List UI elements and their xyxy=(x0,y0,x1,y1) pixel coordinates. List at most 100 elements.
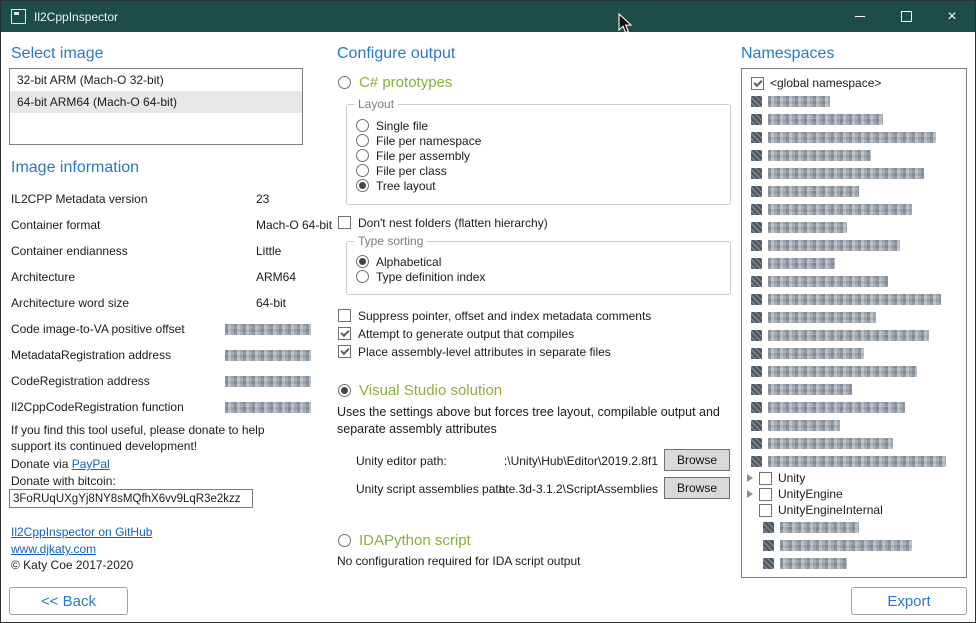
redacted-label xyxy=(768,366,917,377)
checkbox-icon[interactable] xyxy=(759,472,772,485)
layout-option-file-per-assembly[interactable]: File per assembly xyxy=(356,148,730,163)
back-button[interactable]: << Back xyxy=(9,587,128,615)
expander-icon[interactable] xyxy=(747,490,753,498)
redacted-namespace-item[interactable] xyxy=(742,182,966,200)
namespace-item-global[interactable]: <global namespace> xyxy=(742,74,966,92)
layout-option-file-per-namespace[interactable]: File per namespace xyxy=(356,133,730,148)
redacted-value xyxy=(225,324,311,335)
info-row: ArchitectureARM64 xyxy=(11,264,341,290)
maximize-icon xyxy=(901,11,912,22)
expander-spacer xyxy=(747,506,753,514)
redacted-namespace-item[interactable] xyxy=(742,518,966,536)
namespace-item-unity[interactable]: Unity xyxy=(742,470,966,486)
compilable-output-checkbox[interactable]: Attempt to generate output that compiles xyxy=(338,326,574,341)
info-row: IL2CPP Metadata version23 xyxy=(11,186,341,212)
window-title: Il2CppInspector xyxy=(34,10,118,24)
redacted-namespace-item[interactable] xyxy=(742,164,966,182)
unity-editor-path-value[interactable]: :\Unity\Hub\Editor\2019.2.8f1 xyxy=(431,454,658,468)
redacted-namespace-item[interactable] xyxy=(742,398,966,416)
app-icon xyxy=(11,9,26,24)
image-option[interactable]: 32-bit ARM (Mach-O 32-bit) xyxy=(10,69,302,91)
namespaces-list[interactable]: <global namespace> Unity UnityEngine Uni… xyxy=(741,68,967,578)
redacted-checkbox xyxy=(751,186,762,197)
maximize-button[interactable] xyxy=(883,1,929,32)
redacted-namespace-item[interactable] xyxy=(742,290,966,308)
redacted-checkbox xyxy=(751,222,762,233)
type-sorting-alphabetical[interactable]: Alphabetical xyxy=(356,254,730,269)
namespace-item-unityengineinternal[interactable]: UnityEngineInternal xyxy=(742,502,966,518)
redacted-namespace-item[interactable] xyxy=(742,326,966,344)
minimize-button[interactable] xyxy=(837,1,883,32)
redacted-namespace-item[interactable] xyxy=(742,536,966,554)
bitcoin-address-input[interactable] xyxy=(9,489,253,508)
redacted-namespace-item[interactable] xyxy=(742,92,966,110)
checkbox-icon[interactable] xyxy=(759,488,772,501)
info-row: Container endiannessLittle xyxy=(11,238,341,264)
donate-via-text: Donate via xyxy=(11,457,72,471)
expander-icon[interactable] xyxy=(747,474,753,482)
layout-option-single-file[interactable]: Single file xyxy=(356,118,730,133)
redacted-namespace-item[interactable] xyxy=(742,146,966,164)
redacted-namespace-item[interactable] xyxy=(742,362,966,380)
github-link[interactable]: Il2CppInspector on GitHub xyxy=(11,525,152,539)
separate-attributes-checkbox[interactable]: Place assembly-level attributes in separ… xyxy=(338,344,611,359)
namespace-item-unityengine[interactable]: UnityEngine xyxy=(742,486,966,502)
redacted-namespace-item[interactable] xyxy=(742,452,966,470)
type-sorting-definition-index[interactable]: Type definition index xyxy=(356,269,730,284)
redacted-checkbox xyxy=(751,150,762,161)
info-row: Code image-to-VA positive offset xyxy=(11,316,341,342)
redacted-namespace-item[interactable] xyxy=(742,200,966,218)
visual-studio-solution-radio[interactable]: Visual Studio solution xyxy=(338,382,502,399)
redacted-label xyxy=(768,456,946,467)
redacted-namespace-item[interactable] xyxy=(742,554,966,572)
close-button[interactable]: × xyxy=(929,1,975,32)
redacted-label xyxy=(768,294,941,305)
redacted-label xyxy=(768,312,876,323)
flatten-hierarchy-checkbox[interactable]: Don't nest folders (flatten hierarchy) xyxy=(338,215,548,230)
redacted-namespace-item[interactable] xyxy=(742,434,966,452)
export-button[interactable]: Export xyxy=(851,587,967,615)
type-sorting-groupbox: Type sorting Alphabetical Type definitio… xyxy=(346,241,731,295)
redacted-namespace-item[interactable] xyxy=(742,254,966,272)
paypal-link[interactable]: PayPal xyxy=(72,457,110,471)
redacted-label xyxy=(768,222,847,233)
redacted-namespace-item[interactable] xyxy=(742,416,966,434)
redacted-checkbox xyxy=(751,204,762,215)
redacted-checkbox xyxy=(751,330,762,341)
redacted-namespace-item[interactable] xyxy=(742,218,966,236)
unity-script-path-value[interactable]: ate.3d-3.1.2\ScriptAssemblies xyxy=(431,482,658,496)
browse-script-button[interactable]: Browse xyxy=(664,477,730,499)
checkbox-checked-icon[interactable] xyxy=(751,77,764,90)
layout-option-tree-layout[interactable]: Tree layout xyxy=(356,178,730,193)
redacted-namespace-item[interactable] xyxy=(742,272,966,290)
layout-group-title: Layout xyxy=(354,97,398,111)
redacted-namespace-item[interactable] xyxy=(742,236,966,254)
checkbox-icon[interactable] xyxy=(759,504,772,517)
redacted-label xyxy=(768,438,893,449)
idapython-script-radio[interactable]: IDAPython script xyxy=(338,532,471,549)
layout-groupbox: Layout Single file File per namespace Fi… xyxy=(346,104,731,205)
layout-option-file-per-class[interactable]: File per class xyxy=(356,163,730,178)
ida-description: No configuration required for IDA script… xyxy=(337,554,580,568)
redacted-namespace-item[interactable] xyxy=(742,344,966,362)
image-option-selected[interactable]: 64-bit ARM64 (Mach-O 64-bit) xyxy=(10,91,302,113)
redacted-namespace-item[interactable] xyxy=(742,128,966,146)
copyright-text: © Katy Coe 2017-2020 xyxy=(11,558,133,572)
csharp-prototypes-radio[interactable]: C# prototypes xyxy=(338,74,452,91)
namespaces-header: Namespaces xyxy=(741,45,834,63)
redacted-namespace-item[interactable] xyxy=(742,308,966,326)
redacted-label xyxy=(768,384,852,395)
website-link[interactable]: www.djkaty.com xyxy=(11,542,96,556)
redacted-namespace-rows xyxy=(742,518,966,572)
checkbox-checked-icon xyxy=(338,345,351,358)
suppress-metadata-checkbox[interactable]: Suppress pointer, offset and index metad… xyxy=(338,308,651,323)
redacted-checkbox xyxy=(751,384,762,395)
browse-editor-button[interactable]: Browse xyxy=(664,449,730,471)
redacted-checkbox xyxy=(763,522,774,533)
close-icon: × xyxy=(947,9,956,25)
redacted-namespace-item[interactable] xyxy=(742,110,966,128)
titlebar[interactable]: Il2CppInspector × xyxy=(1,1,975,32)
redacted-namespace-item[interactable] xyxy=(742,380,966,398)
redacted-label xyxy=(780,540,912,551)
redacted-checkbox xyxy=(751,294,762,305)
